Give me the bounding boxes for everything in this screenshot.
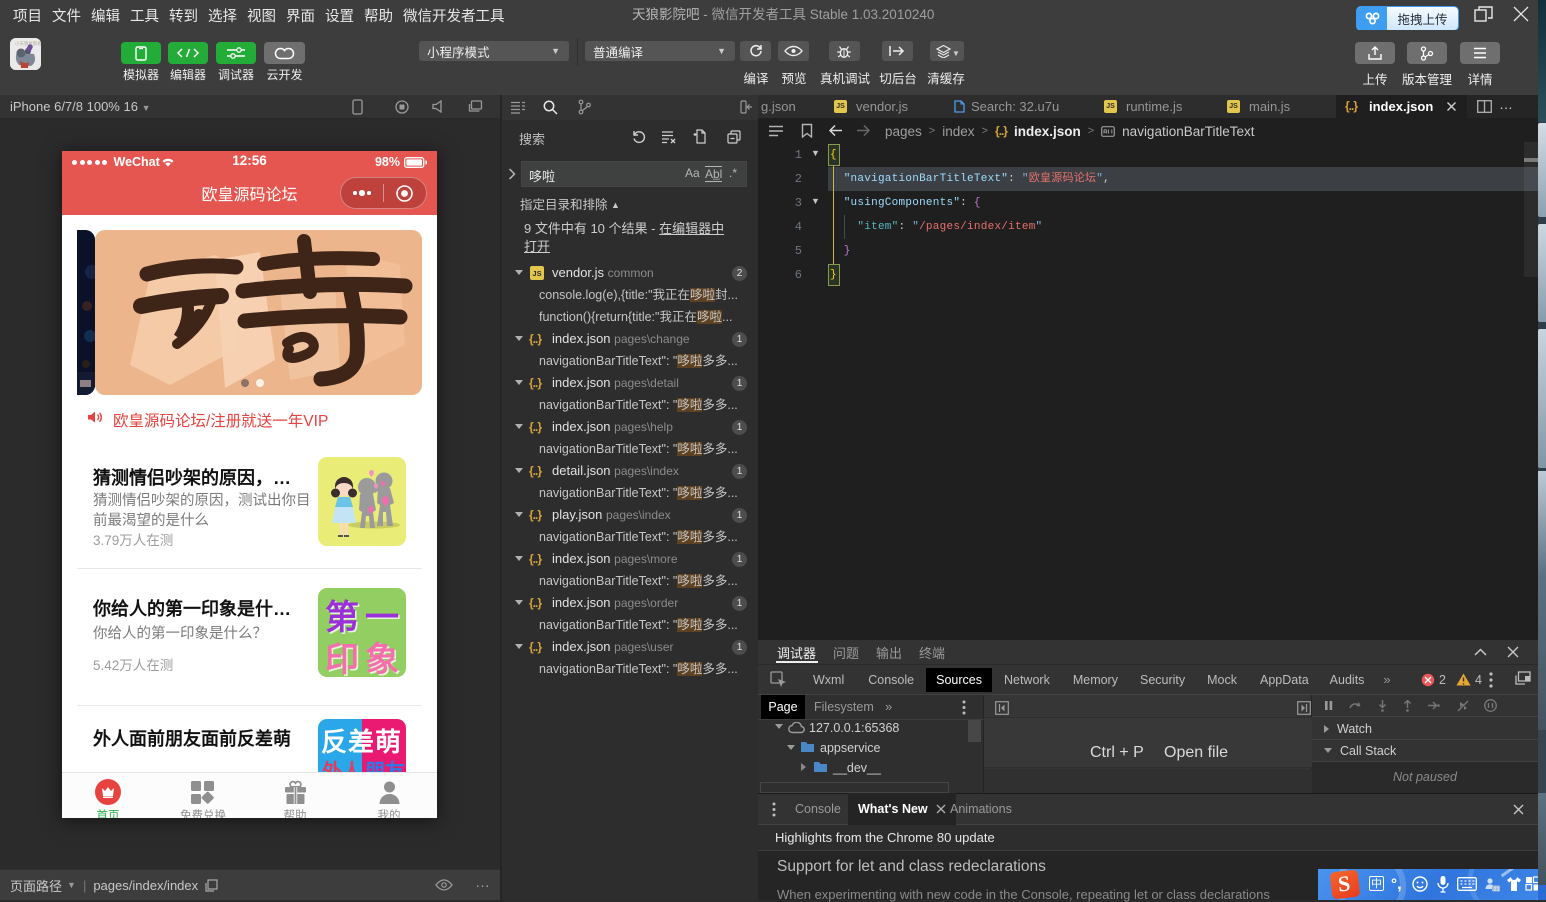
- svg-text:21: 21: [1494, 886, 1500, 892]
